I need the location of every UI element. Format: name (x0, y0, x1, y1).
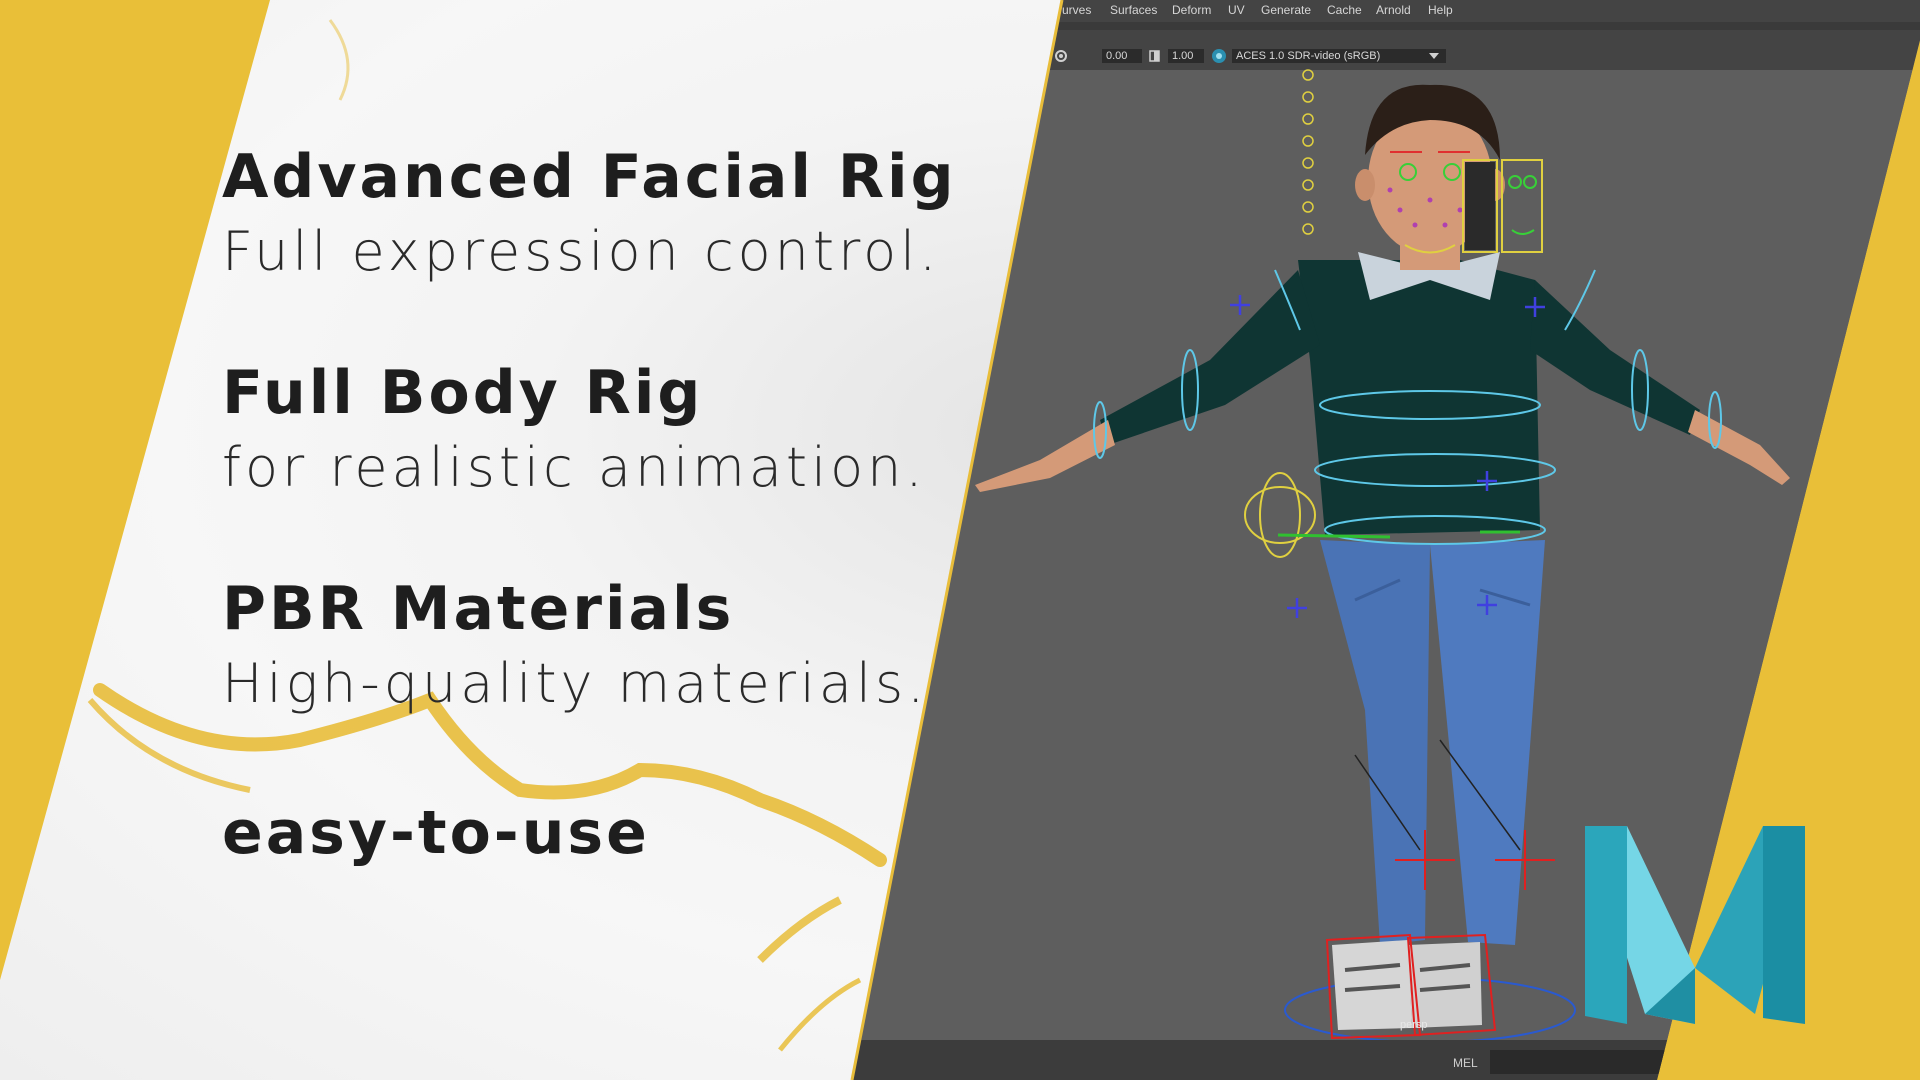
feature-subtitle-body-rig: for realistic animation. (222, 436, 927, 499)
camera-label: persp (1400, 1019, 1428, 1031)
menu-deform[interactable]: Deform (1172, 3, 1211, 17)
feature-title-facial-rig: Advanced Facial Rig (222, 142, 957, 212)
tagline: easy-to-use (222, 798, 650, 868)
menu-arnold[interactable]: Arnold (1376, 3, 1411, 17)
menu-uv[interactable]: UV (1228, 3, 1245, 17)
menu-generate[interactable]: Generate (1261, 3, 1311, 17)
feature-title-pbr: PBR Materials (222, 574, 735, 644)
command-input[interactable] (1490, 1050, 1790, 1074)
promo-banner: urves Surfaces Deform UV Generate Cache … (0, 0, 1920, 1080)
mel-label[interactable]: MEL (1453, 1056, 1478, 1070)
menu-help[interactable]: Help (1428, 3, 1453, 17)
feature-subtitle-facial-rig: Full expression control. (222, 220, 941, 283)
menu-surfaces[interactable]: Surfaces (1110, 3, 1157, 17)
feature-subtitle-pbr: High-quality materials. (222, 652, 929, 715)
menu-cache[interactable]: Cache (1327, 3, 1362, 17)
menu-curves[interactable]: urves (1062, 3, 1091, 17)
maya-logo-icon (1585, 826, 1805, 1024)
feature-title-body-rig: Full Body Rig (222, 358, 704, 428)
